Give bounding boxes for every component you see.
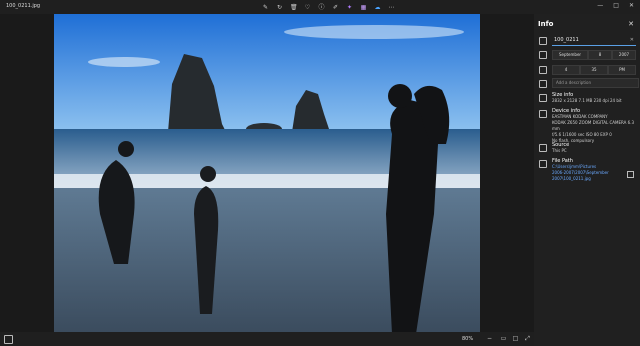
panel-title: Info <box>538 20 554 28</box>
maximize-button[interactable]: □ <box>613 2 619 9</box>
file-name-value: 100_0211 <box>554 37 579 43</box>
camera-icon <box>539 110 547 118</box>
close-button[interactable]: ✕ <box>629 2 634 9</box>
window-title: 100_0211.jpg <box>6 3 41 9</box>
window-controls: — □ ✕ <box>597 2 634 9</box>
draw-icon[interactable]: ✐ <box>332 4 339 11</box>
size-info-details: 2832 x 2128 7.1 MB 230 dpi 24 bit <box>552 98 622 103</box>
clear-icon[interactable]: ✕ <box>630 36 634 45</box>
minute-select[interactable]: 35 <box>580 65 608 75</box>
bottom-bar: 80% − ▭ □ ⤢ <box>0 332 534 346</box>
rotate-icon[interactable]: ↻ <box>276 4 283 11</box>
copy-icon[interactable] <box>627 171 634 178</box>
year-select[interactable]: 2007 <box>612 50 636 60</box>
source-icon <box>539 144 547 152</box>
file-name-field[interactable]: 100_0211 ✕ <box>552 36 636 46</box>
info-panel: Info ✕ 100_0211 ✕ September 8 2007 4 35 … <box>534 14 640 346</box>
apps-icon[interactable]: ▦ <box>360 4 367 11</box>
more-icon[interactable]: ⋯ <box>388 4 395 11</box>
ampm-select[interactable]: PM <box>608 65 636 75</box>
fullscreen-icon[interactable]: ⤢ <box>524 335 531 342</box>
ai-icon[interactable]: ✦ <box>346 4 353 11</box>
edit-icon[interactable]: ✎ <box>262 4 269 11</box>
image-icon <box>539 94 547 102</box>
photo[interactable] <box>54 14 480 332</box>
clock-icon <box>539 66 547 74</box>
hour-select[interactable]: 4 <box>552 65 580 75</box>
favorite-icon[interactable]: ♡ <box>304 4 311 11</box>
file-icon <box>539 37 547 45</box>
title-bar: 100_0211.jpg ✎ ↻ 🗑 ♡ ⓘ ✐ ✦ ▦ ☁ ⋯ — □ ✕ <box>0 0 640 14</box>
file-path-section: File Path C:\Users\jmm\Pictures 2006-200… <box>552 158 609 182</box>
month-select[interactable]: September <box>552 50 588 60</box>
filmstrip-icon[interactable] <box>4 335 13 344</box>
day-select[interactable]: 8 <box>588 50 612 60</box>
description-field[interactable]: Add a description <box>552 78 639 88</box>
size-info-section: Size info 2832 x 2128 7.1 MB 230 dpi 24 … <box>552 92 622 104</box>
actual-size-icon[interactable]: □ <box>512 335 519 342</box>
photo-viewer <box>0 14 534 332</box>
device-info-section: Device info EASTMAN KODAK COMPANY KODAK … <box>552 108 640 144</box>
delete-icon[interactable]: 🗑 <box>290 4 298 11</box>
toolbar: ✎ ↻ 🗑 ♡ ⓘ ✐ ✦ ▦ ☁ ⋯ <box>262 2 395 12</box>
source-value: This PC <box>552 148 567 153</box>
file-path-line3[interactable]: 2007\100_0211.jpg <box>552 176 609 182</box>
zoom-level[interactable]: 80% <box>462 336 473 342</box>
description-icon <box>539 80 547 88</box>
device-info-line2: KODAK Z650 ZOOM DIGITAL CAMERA 6.3 mm <box>552 120 635 131</box>
source-section: Source This PC <box>552 142 569 154</box>
zoom-out-icon[interactable]: − <box>486 335 493 342</box>
folder-icon <box>539 160 547 168</box>
minimize-button[interactable]: — <box>597 2 603 9</box>
info-icon[interactable]: ⓘ <box>318 4 325 11</box>
onedrive-icon[interactable]: ☁ <box>374 4 381 11</box>
close-icon[interactable]: ✕ <box>628 20 634 28</box>
calendar-icon <box>539 51 547 59</box>
fit-icon[interactable]: ▭ <box>500 335 507 342</box>
